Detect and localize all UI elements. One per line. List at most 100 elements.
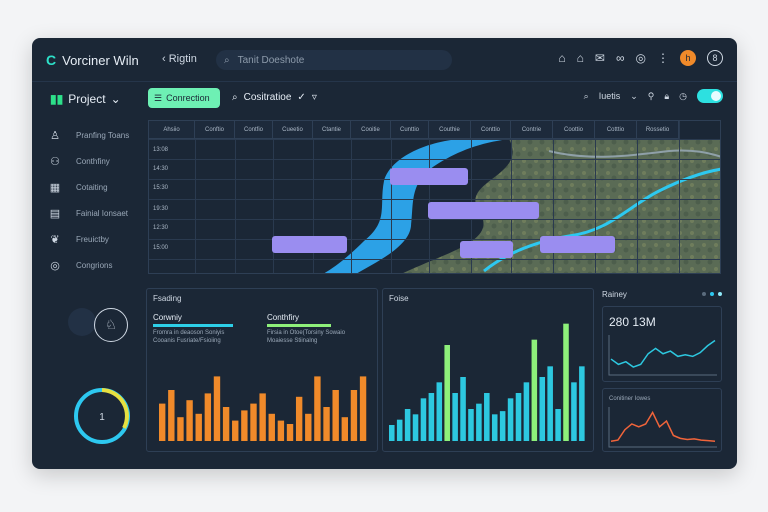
gantt-task-bar[interactable] bbox=[390, 168, 466, 185]
bar[interactable] bbox=[563, 323, 569, 441]
bar[interactable] bbox=[359, 376, 367, 441]
bar[interactable] bbox=[579, 366, 585, 441]
bar[interactable] bbox=[341, 417, 348, 441]
empty-circle bbox=[68, 308, 96, 336]
check-icon: ✓ bbox=[297, 92, 306, 103]
list-icon: ☰ bbox=[154, 92, 163, 103]
bar[interactable] bbox=[499, 411, 506, 441]
app-logo[interactable]: C Vorciner Wiln bbox=[46, 52, 139, 68]
bar[interactable] bbox=[195, 413, 202, 441]
bar[interactable] bbox=[571, 382, 577, 441]
bar[interactable] bbox=[452, 393, 458, 441]
bar[interactable] bbox=[268, 413, 275, 441]
bar[interactable] bbox=[186, 400, 193, 441]
series-line bbox=[610, 410, 716, 442]
secondary-tab[interactable]: ⌕ Cositratioe ✓ ▿ bbox=[232, 92, 317, 103]
bar[interactable] bbox=[232, 420, 239, 441]
lock-icon[interactable]: 🔒︎ bbox=[664, 91, 669, 102]
sidebar-item-3[interactable]: ▤ Fainial Ionsaet bbox=[48, 200, 148, 226]
bar[interactable] bbox=[222, 407, 230, 441]
bar[interactable] bbox=[404, 409, 411, 441]
link-icon[interactable]: ∞ bbox=[616, 51, 625, 65]
bar[interactable] bbox=[491, 414, 498, 441]
bar[interactable] bbox=[468, 409, 474, 441]
bar[interactable] bbox=[412, 414, 419, 441]
toolbar-right-label[interactable]: Iuetis bbox=[599, 91, 621, 101]
back-button[interactable]: ‹ Rigtin bbox=[162, 53, 197, 65]
bar[interactable] bbox=[204, 393, 212, 441]
grid-header-9[interactable]: Contrie bbox=[511, 121, 553, 139]
bar[interactable] bbox=[507, 398, 514, 441]
bar[interactable] bbox=[555, 409, 561, 441]
bar[interactable] bbox=[547, 366, 553, 441]
bar[interactable] bbox=[460, 377, 466, 441]
bar[interactable] bbox=[323, 407, 330, 441]
bar[interactable] bbox=[523, 382, 530, 441]
grid-header-0[interactable]: Ahsiio bbox=[149, 121, 195, 139]
grid-header-7[interactable]: Couthie bbox=[429, 121, 471, 139]
grid-header-1[interactable]: Conftio bbox=[195, 121, 235, 139]
globe-icon[interactable]: ◎ bbox=[636, 51, 646, 65]
grid-header-6[interactable]: Cunttio bbox=[391, 121, 429, 139]
grid-header-5[interactable]: Cooitie bbox=[351, 121, 391, 139]
bar[interactable] bbox=[277, 420, 285, 441]
house-icon[interactable]: ⌂ bbox=[577, 51, 584, 65]
bar[interactable] bbox=[295, 396, 303, 441]
sidebar-item-5[interactable]: ◎ Congrions bbox=[48, 252, 148, 278]
search-input[interactable]: ⌕ Tanit Doeshote bbox=[216, 50, 452, 70]
more-icon[interactable]: ⋮ bbox=[657, 51, 669, 65]
sidebar-item-2[interactable]: ▦ Cotaiting bbox=[48, 174, 148, 200]
bar[interactable] bbox=[515, 393, 522, 441]
bar[interactable] bbox=[168, 390, 175, 441]
chevron-down-icon[interactable]: ⌄ bbox=[630, 91, 638, 102]
gantt-task-bar[interactable] bbox=[540, 236, 615, 253]
gantt-task-bar[interactable] bbox=[272, 236, 347, 253]
bar[interactable] bbox=[539, 377, 546, 441]
bar[interactable] bbox=[177, 417, 184, 441]
bar[interactable] bbox=[396, 419, 403, 441]
grid-header-10[interactable]: Coottio bbox=[553, 121, 595, 139]
bar[interactable] bbox=[213, 376, 221, 441]
bar[interactable] bbox=[436, 382, 443, 441]
grid-header-2[interactable]: Contfio bbox=[235, 121, 273, 139]
grid-header-4[interactable]: Ctantie bbox=[313, 121, 351, 139]
grid-header-11[interactable]: Cotttio bbox=[595, 121, 637, 139]
bar[interactable] bbox=[484, 393, 490, 441]
grid-header-8[interactable]: Conttio bbox=[471, 121, 511, 139]
bar[interactable] bbox=[420, 398, 427, 441]
bar[interactable] bbox=[250, 403, 257, 441]
sidebar-item-4[interactable]: ❦ Freuictby bbox=[48, 226, 148, 252]
bar[interactable] bbox=[305, 413, 312, 441]
gantt-task-bar[interactable] bbox=[460, 241, 513, 258]
bar[interactable] bbox=[241, 410, 248, 441]
project-selector[interactable]: ▮▮ Project ⌄ bbox=[50, 92, 121, 106]
bar[interactable] bbox=[350, 390, 358, 441]
avatar[interactable]: h bbox=[680, 50, 696, 66]
metric-block-2: Conthfiry Firsia in Otoe(Torsiny Sowaio … bbox=[267, 313, 375, 345]
bell-icon[interactable]: ♘ bbox=[94, 308, 128, 342]
notifications-icon[interactable]: 8 bbox=[707, 50, 723, 66]
zoom-icon[interactable]: ⚲ bbox=[648, 91, 655, 102]
bar[interactable] bbox=[531, 339, 538, 441]
grid-header-3[interactable]: Cueetio bbox=[273, 121, 313, 139]
sidebar-item-0[interactable]: ♙ Pranfing Toans bbox=[48, 122, 148, 148]
bar[interactable] bbox=[159, 403, 166, 441]
clock-icon[interactable]: ◷ bbox=[679, 91, 687, 102]
gantt-task-bar[interactable] bbox=[428, 202, 539, 219]
mail-icon[interactable]: ✉ bbox=[595, 51, 605, 65]
bar[interactable] bbox=[389, 425, 395, 441]
bar[interactable] bbox=[332, 390, 339, 441]
bar[interactable] bbox=[286, 424, 294, 441]
bar[interactable] bbox=[428, 393, 435, 441]
bar[interactable] bbox=[259, 393, 266, 441]
bar[interactable] bbox=[314, 376, 321, 441]
search-icon[interactable]: ⌕ bbox=[584, 91, 589, 102]
pager-dots[interactable] bbox=[702, 292, 722, 296]
sidebar-item-1[interactable]: ⚇ Conthfiny bbox=[48, 148, 148, 174]
bar[interactable] bbox=[444, 345, 450, 441]
home-icon[interactable]: ⌂ bbox=[558, 51, 565, 65]
bar[interactable] bbox=[476, 403, 482, 441]
grid-header-12[interactable]: Rossetio bbox=[637, 121, 679, 139]
view-toggle[interactable] bbox=[697, 89, 723, 103]
primary-tab-button[interactable]: ☰ Conrection bbox=[148, 88, 220, 108]
